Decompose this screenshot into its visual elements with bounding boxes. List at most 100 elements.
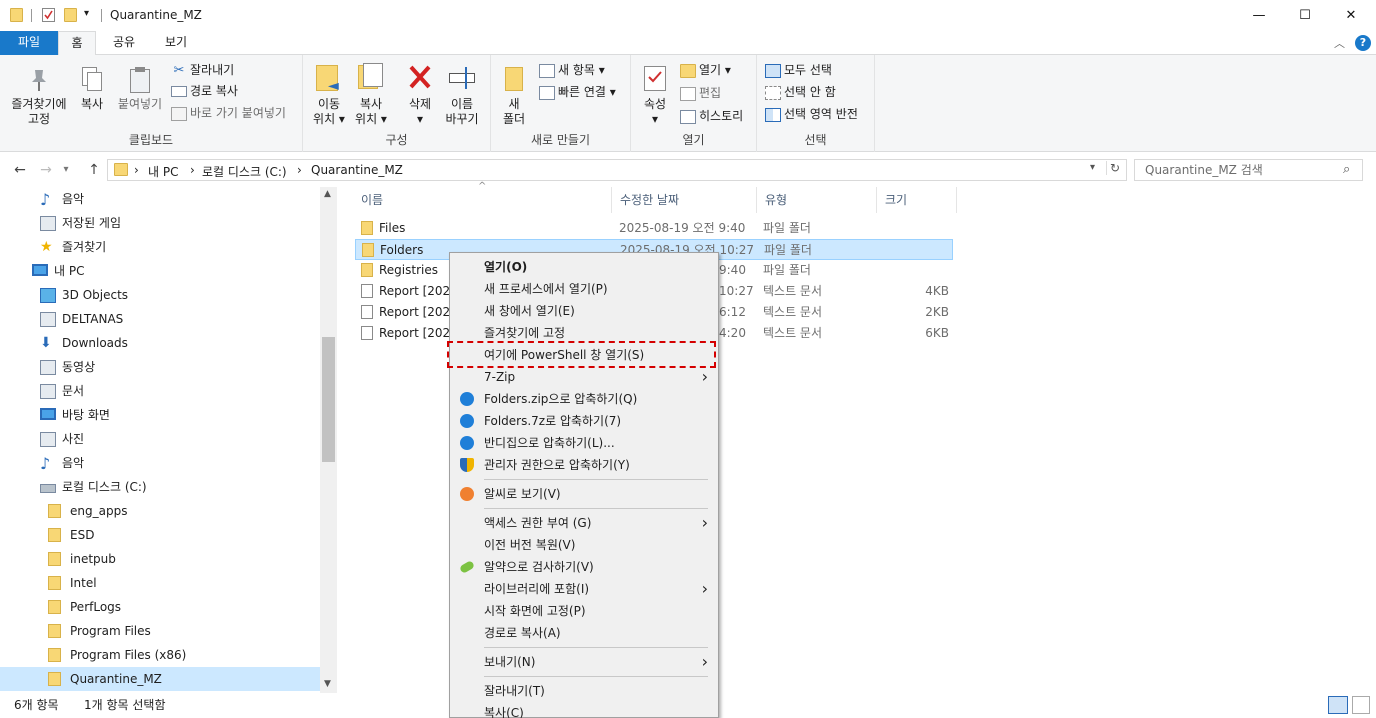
context-menu-item[interactable]: 새 창에서 열기(E) xyxy=(450,300,718,322)
copy-button[interactable]: 복사 xyxy=(75,67,109,112)
help-icon[interactable]: ? xyxy=(1355,35,1371,51)
nav-item[interactable]: ♪ 음악 xyxy=(0,187,320,211)
delete-button[interactable]: 삭제 ▾ xyxy=(401,63,439,127)
new-item-button[interactable]: 새 항목 ▾ xyxy=(539,60,605,80)
rename-button[interactable]: 이름 바꾸기 xyxy=(441,63,483,127)
properties-button[interactable]: 속성 ▾ xyxy=(637,63,673,127)
minimize-button[interactable]: — xyxy=(1236,0,1282,31)
context-menu-item[interactable]: 7-Zip › xyxy=(450,366,718,388)
column-size[interactable]: 크기 xyxy=(877,187,957,213)
download-icon: ⬇ xyxy=(40,335,52,351)
context-menu-item[interactable]: 반디집으로 압축하기(L)... xyxy=(450,432,718,454)
up-arrow-icon[interactable]: ↑ xyxy=(84,160,104,180)
nav-item[interactable]: eng_apps xyxy=(0,499,320,523)
tab-share[interactable]: 공유 xyxy=(104,31,144,55)
nav-item[interactable]: 로컬 디스크 (C:) xyxy=(0,475,320,499)
nav-item[interactable]: 동영상 xyxy=(0,355,320,379)
nav-item[interactable]: ⬇ Downloads xyxy=(0,331,320,355)
column-date[interactable]: 수정한 날짜 xyxy=(612,187,757,213)
breadcrumb-quarantine[interactable]: Quarantine_MZ xyxy=(311,163,403,177)
context-menu-item[interactable]: 라이브러리에 포함(I) › xyxy=(450,578,718,600)
edit-button[interactable]: 편집 xyxy=(680,83,721,103)
nav-item[interactable]: Program Files xyxy=(0,619,320,643)
recent-locations-chevron-icon[interactable]: ▾ xyxy=(56,160,76,180)
back-arrow-icon[interactable]: ← xyxy=(10,160,30,180)
nav-item[interactable]: Quarantine_MZ xyxy=(0,667,320,691)
context-menu-item[interactable]: 잘라내기(T) xyxy=(450,680,718,702)
nav-item-label: 바탕 화면 xyxy=(62,408,110,422)
context-menu-item[interactable]: 보내기(N) › xyxy=(450,651,718,673)
scrollbar-thumb[interactable] xyxy=(322,337,335,462)
copy-path-button[interactable]: 경로 복사 xyxy=(171,81,238,101)
open-button[interactable]: 열기 ▾ xyxy=(680,60,731,80)
pin-quick-access-button[interactable]: 즐겨찾기에 고정 xyxy=(4,67,74,127)
paste-shortcut-button[interactable]: 바로 가기 붙여넣기 xyxy=(171,103,286,123)
context-menu-label: 새 창에서 열기(E) xyxy=(484,304,575,318)
tab-file[interactable]: 파일 xyxy=(0,31,58,55)
collapse-ribbon-icon[interactable]: ︿ xyxy=(1334,35,1345,51)
context-menu-item[interactable]: Folders.zip으로 압축하기(Q) xyxy=(450,388,718,410)
column-type[interactable]: 유형 xyxy=(757,187,877,213)
select-all-button[interactable]: 모두 선택 xyxy=(765,60,832,80)
context-menu-item[interactable]: 알약으로 검사하기(V) xyxy=(450,556,718,578)
nav-item[interactable]: inetpub xyxy=(0,547,320,571)
nav-item[interactable]: ★ 즐겨찾기 xyxy=(0,235,320,259)
context-menu-item[interactable]: Folders.7z로 압축하기(7) xyxy=(450,410,718,432)
nav-item[interactable]: ESD xyxy=(0,523,320,547)
properties-quick-icon[interactable] xyxy=(42,8,55,22)
submenu-arrow-icon: › xyxy=(701,513,708,532)
select-none-button[interactable]: 선택 안 함 xyxy=(765,82,836,102)
nav-item[interactable]: DELTANAS xyxy=(0,307,320,331)
nav-item[interactable]: ♪ 음악 xyxy=(0,451,320,475)
scroll-up-icon[interactable]: ▲ xyxy=(324,189,331,199)
new-folder-button[interactable]: 새 폴더 xyxy=(497,63,531,127)
nav-scrollbar[interactable]: ▲ ▼ xyxy=(320,187,337,693)
large-icons-view-icon[interactable] xyxy=(1352,696,1370,714)
context-menu-item[interactable]: 시작 화면에 고정(P) xyxy=(450,600,718,622)
search-input[interactable]: Quarantine_MZ 검색 xyxy=(1134,159,1363,181)
details-view-icon[interactable] xyxy=(1328,696,1348,714)
maximize-button[interactable]: ☐ xyxy=(1282,0,1328,31)
nav-item[interactable]: 3D Objects xyxy=(0,283,320,307)
nav-item[interactable]: PerfLogs xyxy=(0,595,320,619)
quick-access-dropdown-icon[interactable]: ▾ xyxy=(84,8,89,19)
invert-selection-button[interactable]: 선택 영역 반전 xyxy=(765,104,858,124)
nav-item[interactable]: 저장된 게임 xyxy=(0,211,320,235)
nav-item[interactable]: 사진 xyxy=(0,427,320,451)
scroll-down-icon[interactable]: ▼ xyxy=(324,679,331,689)
search-icon[interactable]: ⌕ xyxy=(1343,162,1350,177)
tab-view[interactable]: 보기 xyxy=(156,31,196,55)
nav-item[interactable]: 문서 xyxy=(0,379,320,403)
context-menu-item[interactable]: 새 프로세스에서 열기(P) xyxy=(450,278,718,300)
easy-access-button[interactable]: 빠른 연결 ▾ xyxy=(539,82,616,102)
context-menu-item[interactable]: 경로로 복사(A) xyxy=(450,622,718,644)
context-menu-item[interactable]: 관리자 권한으로 압축하기(Y) xyxy=(450,454,718,476)
refresh-icon[interactable]: ↻ xyxy=(1106,161,1120,175)
context-menu-item[interactable]: 열기(O) xyxy=(450,256,718,278)
context-menu-item[interactable]: 이전 버전 복원(V) xyxy=(450,534,718,556)
context-menu-item[interactable]: 복사(C) xyxy=(450,702,718,718)
menu-separator xyxy=(484,508,708,509)
paste-button[interactable]: 붙여넣기 xyxy=(115,67,165,112)
nav-item[interactable]: 바탕 화면 xyxy=(0,403,320,427)
forward-arrow-icon[interactable]: → xyxy=(36,160,56,180)
copy-to-button[interactable]: 복사 위치 ▾ xyxy=(351,63,391,127)
move-to-button[interactable]: ◄ 이동 위치 ▾ xyxy=(309,63,349,127)
file-row[interactable]: Files 2025-08-19 오전 9:40 파일 폴더 xyxy=(355,218,953,239)
breadcrumb-local-disk[interactable]: 로컬 디스크 (C:) xyxy=(202,163,287,180)
cut-button[interactable]: ✂ 잘라내기 xyxy=(171,60,235,80)
new-folder-quick-icon[interactable] xyxy=(64,8,77,22)
history-button[interactable]: 히스토리 xyxy=(680,106,743,126)
breadcrumb-this-pc[interactable]: 내 PC xyxy=(148,163,178,180)
tab-home[interactable]: 홈 xyxy=(58,31,96,56)
context-menu-item[interactable]: 액세스 권한 부여 (G) › xyxy=(450,512,718,534)
context-menu-item[interactable]: 알씨로 보기(V) xyxy=(450,483,718,505)
close-button[interactable]: ✕ xyxy=(1328,0,1374,31)
column-name[interactable]: 이름 xyxy=(353,187,612,213)
nav-item[interactable]: Intel xyxy=(0,571,320,595)
address-dropdown-icon[interactable]: ▾ xyxy=(1090,162,1095,173)
address-bar[interactable]: › 내 PC › 로컬 디스크 (C:) › Quarantine_MZ ▾ ↻ xyxy=(107,159,1127,181)
nav-item[interactable]: Program Files (x86) xyxy=(0,643,320,667)
nav-item[interactable]: 내 PC xyxy=(0,259,320,283)
folder-icon xyxy=(48,528,61,542)
